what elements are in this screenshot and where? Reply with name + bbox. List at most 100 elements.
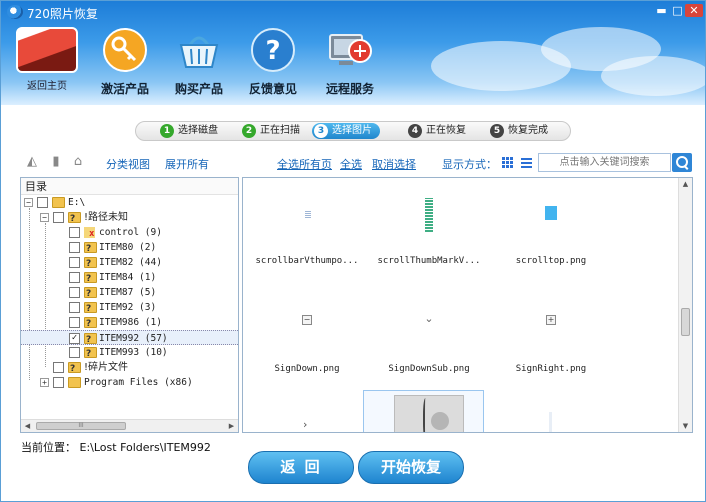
- maximize-button[interactable]: □: [670, 4, 685, 17]
- start-recovery-button[interactable]: 开始恢复: [358, 451, 464, 484]
- wizard-steps: 1 选择磁盘 2 正在扫描 3 选择图片 4 正在恢复 5 恢复完成: [135, 121, 571, 141]
- tree-row[interactable]: ITEM986 (1): [21, 315, 238, 332]
- tree-row[interactable]: − E:\: [21, 195, 238, 210]
- image-thumbnail[interactable]: scrolltop.png: [491, 182, 611, 282]
- image-preview: [425, 198, 433, 232]
- buy-product-button[interactable]: 购买产品: [167, 27, 231, 96]
- image-preview: [545, 206, 557, 220]
- search-icon[interactable]: [672, 153, 692, 172]
- expand-all-link[interactable]: 展开所有: [165, 156, 209, 172]
- tree-row[interactable]: control (9): [21, 225, 238, 242]
- title-bar[interactable]: 720照片恢复 ▬ □ ✕: [1, 1, 705, 23]
- damaged-file-icon: [84, 227, 95, 242]
- checkbox[interactable]: [69, 287, 80, 298]
- image-preview-circle: [431, 412, 449, 430]
- step-label: 选择图片: [332, 125, 372, 136]
- list-view-icon[interactable]: [521, 156, 532, 168]
- image-thumbnail[interactable]: ›: [247, 398, 367, 432]
- expand-icon[interactable]: +: [40, 378, 49, 387]
- tree-row[interactable]: ITEM92 (3): [21, 300, 238, 317]
- step-number: 4: [408, 124, 422, 138]
- back-button[interactable]: 返 回: [248, 451, 354, 484]
- scroll-left-icon[interactable]: ◀: [21, 420, 34, 432]
- tree-row[interactable]: ITEM84 (1): [21, 270, 238, 287]
- unknown-folder-icon: [84, 347, 97, 362]
- tree-row[interactable]: ITEM993 (10): [21, 345, 238, 362]
- checkbox[interactable]: [69, 242, 80, 253]
- image-thumbnail[interactable]: − SignDown.png: [247, 290, 367, 390]
- minimize-button[interactable]: ▬: [654, 4, 669, 17]
- tree-label: Program Files (x86): [84, 377, 193, 388]
- window-title: 720照片恢复: [27, 7, 98, 21]
- remote-service-button[interactable]: 远程服务: [315, 27, 385, 96]
- tree-row[interactable]: ITEM82 (44): [21, 255, 238, 272]
- select-all-pages-link[interactable]: 全选所有页: [277, 156, 332, 172]
- image-preview: [549, 412, 552, 432]
- image-thumbnail[interactable]: ⌄ SignDownSub.png: [369, 290, 489, 390]
- export-icon[interactable]: ▮: [49, 155, 63, 169]
- search-input[interactable]: [538, 153, 671, 172]
- checkbox[interactable]: [69, 227, 80, 238]
- step-number: 5: [490, 124, 504, 138]
- action-bar: ◭ ▮ ⌂ 分类视图 展开所有 全选所有页 全选 取消选择 显示方式：: [1, 149, 705, 175]
- home-button[interactable]: 返回主页: [9, 27, 85, 93]
- checkbox-checked[interactable]: ✓: [69, 333, 80, 344]
- minus-sign-icon: −: [302, 315, 312, 325]
- collapse-icon[interactable]: −: [40, 213, 49, 222]
- collapse-icon[interactable]: −: [24, 198, 33, 207]
- image-thumbnail[interactable]: + SignRight.png: [491, 290, 611, 390]
- image-thumbnail[interactable]: [363, 390, 484, 432]
- step-number: 2: [242, 124, 256, 138]
- current-location: 当前位置： E:\Lost Folders\ITEM992: [21, 439, 211, 455]
- tree-row[interactable]: + Program Files (x86): [21, 375, 238, 390]
- grid-view-icon[interactable]: [502, 156, 514, 168]
- step-label: 选择磁盘: [178, 125, 218, 136]
- scroll-up-icon[interactable]: ▲: [679, 178, 692, 190]
- checkbox[interactable]: [53, 362, 64, 373]
- image-filename: scrollThumbMarkV...: [377, 256, 481, 266]
- checkbox[interactable]: [69, 347, 80, 358]
- key-icon: [103, 28, 147, 72]
- tree-row[interactable]: ITEM80 (2): [21, 240, 238, 257]
- scroll-down-icon[interactable]: ▼: [679, 420, 692, 432]
- delete-icon[interactable]: ⌂: [71, 155, 85, 169]
- close-button[interactable]: ✕: [685, 4, 703, 17]
- checkbox[interactable]: [69, 317, 80, 328]
- step-select-disk: 1 选择磁盘: [158, 123, 218, 139]
- unknown-folder-icon: [84, 333, 97, 348]
- tree-row[interactable]: − !路径未知: [21, 210, 238, 227]
- checkbox[interactable]: [69, 272, 80, 283]
- tree-row[interactable]: ITEM87 (5): [21, 285, 238, 302]
- refresh-icon[interactable]: ◭: [25, 155, 39, 169]
- image-filename: scrollbarVthumpo...: [255, 256, 359, 266]
- tree-row-selected[interactable]: ✓ ITEM992 (57): [21, 330, 238, 348]
- activate-product-button[interactable]: 激活产品: [93, 27, 157, 96]
- tree-row[interactable]: !碎片文件: [21, 360, 238, 377]
- question-icon: ?: [251, 28, 295, 72]
- image-thumbnail[interactable]: scrollThumbMarkV...: [369, 182, 489, 282]
- image-thumbnail[interactable]: [491, 398, 611, 432]
- scroll-thumb[interactable]: [681, 308, 690, 336]
- deselect-link[interactable]: 取消选择: [372, 156, 416, 172]
- car-photo-icon: [16, 27, 78, 73]
- current-location-label: 当前位置：: [21, 441, 76, 454]
- header: 720照片恢复 ▬ □ ✕ 返回主页 激活产品 购买产品 ? 反馈意见 远程服务: [1, 1, 705, 105]
- scroll-right-icon[interactable]: ▶: [225, 420, 238, 432]
- scroll-thumb[interactable]: III: [36, 422, 126, 430]
- category-view-link[interactable]: 分类视图: [106, 156, 150, 172]
- unknown-folder-icon: [84, 242, 97, 257]
- checkbox[interactable]: [37, 197, 48, 208]
- checkbox[interactable]: [69, 257, 80, 268]
- directory-tree: 目录 − E:\ − !路径未知 control (9) ITEM80 (2): [20, 177, 239, 433]
- vertical-scrollbar[interactable]: ▲ ▼: [678, 178, 692, 432]
- image-thumbnail[interactable]: scrollbarVthumpo...: [247, 182, 367, 282]
- remote-service-icon: [329, 34, 372, 65]
- feedback-button[interactable]: ? 反馈意见: [241, 27, 305, 96]
- step-label: 正在恢复: [426, 125, 466, 136]
- checkbox[interactable]: [69, 302, 80, 313]
- checkbox[interactable]: [53, 212, 64, 223]
- image-grid: scrollbarVthumpo... scrollThumbMarkV... …: [242, 177, 693, 433]
- horizontal-scrollbar[interactable]: ◀ III ▶: [21, 419, 238, 432]
- checkbox[interactable]: [53, 377, 64, 388]
- select-all-link[interactable]: 全选: [340, 156, 362, 172]
